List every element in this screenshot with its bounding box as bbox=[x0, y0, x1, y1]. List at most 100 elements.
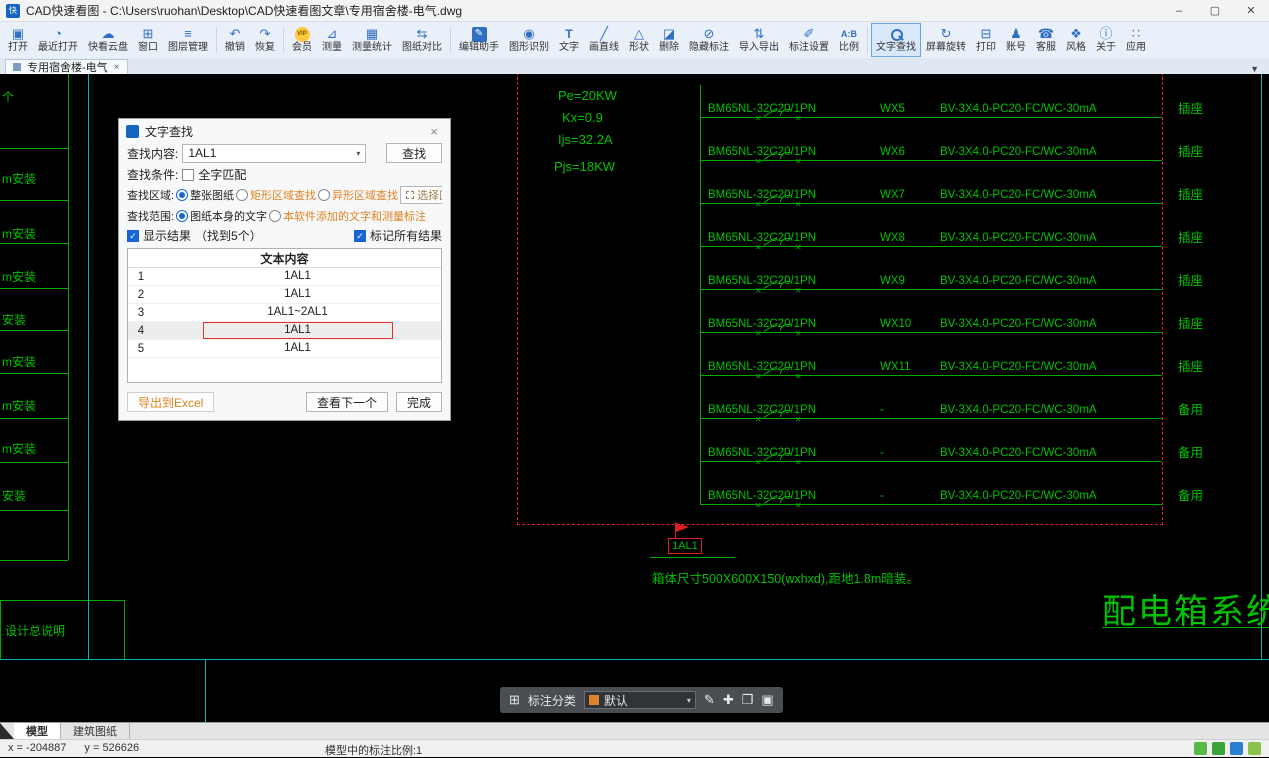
export-excel-button[interactable]: 导出到Excel bbox=[127, 392, 214, 412]
result-row[interactable]: 11AL1 bbox=[128, 268, 441, 286]
app-logo-icon: 快 bbox=[6, 4, 20, 18]
result-row[interactable]: 51AL1 bbox=[128, 340, 441, 358]
statusbar-app-icon[interactable] bbox=[1194, 742, 1207, 755]
toolbar-button-style[interactable]: ❖风格 bbox=[1061, 23, 1091, 57]
result-row[interactable]: 41AL1 bbox=[128, 322, 441, 340]
drawing-line bbox=[650, 557, 735, 558]
find-input[interactable]: 1AL1 bbox=[182, 144, 366, 163]
print-icon: ⊟ bbox=[979, 26, 994, 42]
toolbar-button-label: 关于 bbox=[1096, 42, 1116, 54]
toolbar-button-measure[interactable]: ⊿测量 bbox=[317, 23, 347, 57]
toolbar-button-compare[interactable]: ⇆图纸对比 bbox=[397, 23, 447, 57]
sheet-tab-model[interactable]: 模型 bbox=[14, 723, 61, 739]
minimize-button[interactable]: – bbox=[1161, 0, 1197, 22]
toolbar-button-vip[interactable]: VIP会员 bbox=[287, 23, 317, 57]
toolbar-button-redo[interactable]: ↷恢复 bbox=[250, 23, 280, 57]
toolbar-button-open[interactable]: ▣打开 bbox=[3, 23, 33, 57]
left-label: m安装 bbox=[2, 170, 36, 187]
range-software-radio[interactable] bbox=[269, 210, 281, 222]
area-rect-radio[interactable] bbox=[236, 189, 248, 201]
mark-all-checkbox[interactable] bbox=[354, 230, 366, 242]
scale-icon: A:B bbox=[841, 26, 857, 42]
show-results-checkbox[interactable] bbox=[127, 230, 139, 242]
maximize-button[interactable]: ▢ bbox=[1197, 0, 1233, 22]
toolbar-button-stats[interactable]: ▦测量统计 bbox=[347, 23, 397, 57]
find-input-value: 1AL1 bbox=[188, 146, 216, 160]
panel-tag[interactable]: 1AL1 bbox=[668, 538, 702, 554]
range-drawing-radio[interactable] bbox=[176, 210, 188, 222]
result-flag-icon bbox=[676, 523, 689, 532]
apps-icon: ∷ bbox=[1129, 26, 1144, 42]
window-titlebar: 快 CAD快速看图 - C:\Users\ruohan\Desktop\CAD快… bbox=[0, 0, 1269, 22]
category-grid-icon[interactable] bbox=[509, 692, 520, 708]
toolbar-button-label: 编辑助手 bbox=[459, 42, 499, 54]
toolbar-button-account[interactable]: ♟账号 bbox=[1001, 23, 1031, 57]
toolbar-button-print[interactable]: ⊟打印 bbox=[971, 23, 1001, 57]
left-label: m安装 bbox=[2, 397, 36, 414]
toolbar-button-label: 恢复 bbox=[255, 42, 275, 54]
select-area-icon bbox=[406, 191, 414, 199]
drawing-line bbox=[68, 74, 69, 560]
statusbar-app-icon[interactable] bbox=[1230, 742, 1243, 755]
category-dropdown[interactable]: 默认 bbox=[584, 691, 696, 709]
result-row[interactable]: 31AL1~2AL1 bbox=[128, 304, 441, 322]
toolbar-button-apps[interactable]: ∷应用 bbox=[1121, 23, 1151, 57]
area-whole-radio[interactable] bbox=[176, 189, 188, 201]
toolbar-button-import-export[interactable]: ⇅导入导出 bbox=[734, 23, 784, 57]
toolbar-button-scale[interactable]: A:B比例 bbox=[834, 23, 864, 57]
combo-caret-icon[interactable] bbox=[356, 149, 360, 158]
load-name: 插座 bbox=[1178, 184, 1203, 203]
toolbar-button-undo[interactable]: ↶撤销 bbox=[220, 23, 250, 57]
close-button[interactable]: ✕ bbox=[1233, 0, 1269, 22]
statusbar-app-icon[interactable] bbox=[1248, 742, 1261, 755]
edit-annotation-icon[interactable] bbox=[704, 687, 715, 713]
sheet-tab-architectural[interactable]: 建筑图纸 bbox=[61, 723, 130, 739]
toolbar-button-cloud[interactable]: ☁快看云盘 bbox=[83, 23, 133, 57]
toolbar-button-window[interactable]: ⊞窗口 bbox=[133, 23, 163, 57]
result-text: 1AL1 bbox=[203, 286, 393, 303]
toolbar-button-delete[interactable]: ◪删除 bbox=[654, 23, 684, 57]
lock-annotation-icon[interactable] bbox=[761, 687, 773, 713]
toolbar-button-recent[interactable]: ◔最近打开 bbox=[33, 23, 83, 57]
done-button[interactable]: 完成 bbox=[396, 392, 442, 412]
toolbar-button-annotation-settings[interactable]: ✐标注设置 bbox=[784, 23, 834, 57]
results-table-body: 11AL121AL131AL1~2AL141AL151AL1 bbox=[128, 268, 441, 358]
drawing-line bbox=[0, 462, 68, 463]
dialog-titlebar[interactable]: 文字查找 × bbox=[119, 119, 450, 143]
text-search-icon bbox=[889, 27, 904, 42]
move-annotation-icon[interactable] bbox=[723, 687, 734, 713]
tab-list-caret-icon[interactable]: ▼ bbox=[1250, 64, 1259, 74]
toolbar-button-about[interactable]: ⓘ关于 bbox=[1091, 23, 1121, 57]
document-tabbar: 专用宿舍楼-电气 × ▼ bbox=[0, 58, 1269, 74]
toolbar-button-line[interactable]: ╱画直线 bbox=[584, 23, 624, 57]
area-poly-radio[interactable] bbox=[318, 189, 330, 201]
cloud-icon: ☁ bbox=[101, 26, 116, 42]
toolbar-button-support[interactable]: ☎客服 bbox=[1031, 23, 1061, 57]
dialog-close-icon[interactable]: × bbox=[425, 124, 443, 139]
toolbar-button-text-search[interactable]: 文字查找 bbox=[871, 23, 921, 57]
toolbar-button-edit-assist[interactable]: ✎编辑助手 bbox=[454, 23, 504, 57]
select-area-button[interactable]: 选择区域 bbox=[400, 186, 442, 204]
load-name: 备用 bbox=[1178, 442, 1203, 461]
toolbar-button-hide-annotation[interactable]: ⊘隐藏标注 bbox=[684, 23, 734, 57]
left-label: m安装 bbox=[2, 268, 36, 285]
toolbar-button-shape-recognize[interactable]: ◉图形识别 bbox=[504, 23, 554, 57]
view-next-button[interactable]: 查看下一个 bbox=[306, 392, 388, 412]
result-row[interactable]: 21AL1 bbox=[128, 286, 441, 304]
find-button[interactable]: 查找 bbox=[386, 143, 442, 163]
toolbar-button-rotate[interactable]: ↻屏幕旋转 bbox=[921, 23, 971, 57]
copy-annotation-icon[interactable] bbox=[742, 687, 754, 713]
statusbar-app-icon[interactable] bbox=[1212, 742, 1225, 755]
toolbar-button-layers[interactable]: ≡图层管理 bbox=[163, 23, 213, 57]
toolbar-button-shape[interactable]: △形状 bbox=[624, 23, 654, 57]
toolbar-button-label: 风格 bbox=[1066, 42, 1086, 54]
toolbar-button-text[interactable]: T文字 bbox=[554, 23, 584, 57]
document-tab[interactable]: 专用宿舍楼-电气 × bbox=[5, 59, 128, 74]
toolbar-button-label: 比例 bbox=[839, 42, 859, 54]
coordinate-x: x = -204887 bbox=[8, 742, 66, 754]
drawing-line bbox=[0, 288, 68, 289]
whole-word-checkbox[interactable] bbox=[182, 169, 194, 181]
result-cell: 1AL1 bbox=[154, 322, 441, 339]
cad-canvas[interactable]: 个m安装m安装m安装安装m安装m安装m安装安装 设计总说明 Pe=20KWKx=… bbox=[0, 74, 1269, 722]
tab-close-icon[interactable]: × bbox=[114, 62, 120, 73]
